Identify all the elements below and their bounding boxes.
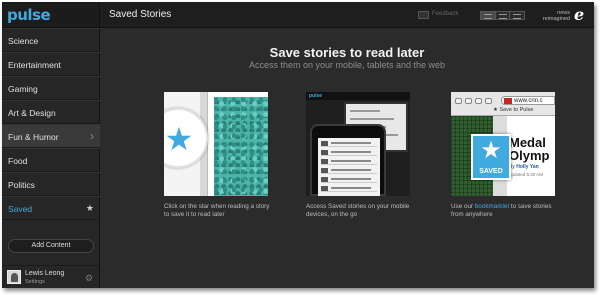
caption-text: Use our bbox=[451, 203, 475, 210]
sidebar-item-food[interactable]: Food bbox=[2, 148, 100, 172]
sidebar-item-label: Art & Design bbox=[8, 108, 56, 118]
bookmarklet-link[interactable]: bookmarklet bbox=[475, 203, 509, 210]
pulse-logo[interactable]: pulse bbox=[7, 6, 51, 24]
user-panel[interactable]: Lewis Leong Settings ⚙ bbox=[2, 265, 100, 288]
mobile-illustration-card: pulse bbox=[306, 92, 410, 196]
back-icon bbox=[455, 98, 462, 104]
bookmarklet-illustration-card: www.cnn.c ★ Save to Pulse Medal Olymp By… bbox=[451, 92, 555, 196]
sidebar-item-label: Politics bbox=[8, 180, 35, 190]
article-content: Medal Olymp By Holly Yan updated 5:30 AM bbox=[507, 116, 555, 196]
star-icon: ★ bbox=[164, 121, 194, 157]
pulse-logo: pulse bbox=[309, 93, 323, 99]
saved-label: SAVED bbox=[479, 168, 503, 175]
tile-view-button[interactable] bbox=[510, 12, 525, 19]
sidebar-item-label: Food bbox=[8, 156, 28, 166]
top-bar: Saved Stories Feedback news reimagined e bbox=[100, 2, 594, 28]
news-label-line2: reimagined bbox=[542, 16, 570, 22]
list-view-button[interactable] bbox=[481, 12, 496, 19]
sidebar-item-fun-humor[interactable]: Fun & Humor › bbox=[2, 124, 100, 148]
article-image bbox=[214, 97, 268, 196]
url-field: www.cnn.c bbox=[501, 96, 555, 105]
sidebar-item-label: Gaming bbox=[8, 84, 38, 94]
sidebar-item-entertainment[interactable]: Entertainment bbox=[2, 52, 100, 76]
browser-toolbar: www.cnn.c ★ Save to Pulse bbox=[451, 92, 555, 116]
app-header: pulse bbox=[306, 92, 410, 100]
avatar[interactable] bbox=[7, 270, 21, 284]
article-headline-line2: Olymp bbox=[509, 148, 550, 163]
add-content-button[interactable]: Add Content bbox=[8, 239, 94, 253]
app-window: pulse Science Entertainment Gaming Art &… bbox=[2, 2, 594, 288]
main-content: Save stories to read later Access them o… bbox=[100, 28, 594, 288]
byline-name: Holly Yan bbox=[516, 164, 539, 170]
feedback-button[interactable]: Feedback bbox=[418, 10, 464, 20]
sidebar-item-label: Saved bbox=[8, 204, 33, 214]
phone-screen bbox=[318, 138, 380, 196]
sidebar-item-saved[interactable]: Saved ★ bbox=[2, 196, 100, 220]
feedback-label: Feedback bbox=[432, 11, 459, 17]
user-name[interactable]: Lewis Leong bbox=[25, 270, 64, 277]
card-caption: Click on the star when reading a story t… bbox=[164, 203, 270, 218]
sidebar-item-science[interactable]: Science bbox=[2, 28, 100, 52]
article-updated: updated 5:30 AM bbox=[509, 172, 544, 177]
card-caption: Use our bookmarklet to save stories from… bbox=[451, 203, 561, 219]
ie-icon[interactable]: e bbox=[574, 7, 588, 23]
logo-bar: pulse bbox=[2, 2, 99, 28]
grid-view-button[interactable] bbox=[495, 12, 511, 19]
card-caption: Access Saved stories on your mobile devi… bbox=[306, 203, 410, 218]
star-illustration-card: ★ bbox=[164, 92, 268, 196]
article-headline: Medal Olymp bbox=[509, 136, 549, 162]
saved-badge: ★ SAVED bbox=[471, 134, 511, 180]
sidebar-item-politics[interactable]: Politics bbox=[2, 172, 100, 196]
forward-icon bbox=[465, 98, 472, 104]
user-settings-link[interactable]: Settings bbox=[25, 279, 45, 285]
home-icon bbox=[485, 98, 492, 104]
speech-bubble-icon bbox=[418, 11, 429, 19]
sidebar-item-label: Fun & Humor bbox=[8, 132, 59, 142]
headline: Save stories to read later bbox=[269, 45, 425, 60]
article-byline: By Holly Yan bbox=[509, 164, 539, 170]
chevron-right-icon: › bbox=[90, 129, 94, 143]
refresh-icon bbox=[475, 98, 482, 104]
sidebar: pulse Science Entertainment Gaming Art &… bbox=[2, 2, 100, 288]
subheadline: Access them on your mobile, tablets and … bbox=[248, 60, 446, 70]
sidebar-item-label: Science bbox=[8, 36, 39, 46]
star-icon: ★ bbox=[85, 203, 94, 213]
star-icon: ★ bbox=[480, 137, 502, 164]
sidebar-item-gaming[interactable]: Gaming bbox=[2, 76, 100, 100]
page-title: Saved Stories bbox=[109, 9, 172, 20]
phone-device bbox=[310, 124, 386, 196]
view-toggle bbox=[480, 11, 525, 20]
sidebar-item-art-design[interactable]: Art & Design bbox=[2, 100, 100, 124]
sidebar-item-label: Entertainment bbox=[8, 60, 61, 70]
news-reimagined-label: news reimagined bbox=[542, 10, 570, 22]
gear-icon[interactable]: ⚙ bbox=[85, 273, 93, 284]
save-to-pulse-bookmark: ★ Save to Pulse bbox=[493, 107, 534, 113]
